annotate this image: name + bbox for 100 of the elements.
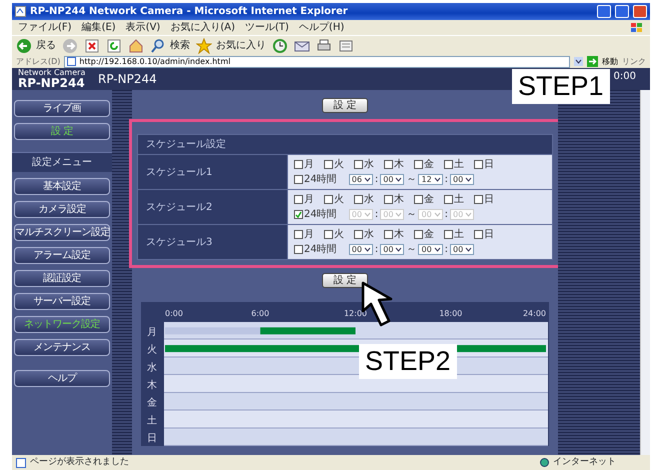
address-label: アドレス(D) bbox=[16, 56, 60, 68]
globe-icon bbox=[540, 458, 549, 467]
time-separator: : bbox=[444, 208, 448, 222]
toolbar-button[interactable]: 戻る bbox=[16, 38, 56, 54]
day-checkbox[interactable]: 月 bbox=[294, 157, 314, 172]
day-label: 木 bbox=[147, 380, 157, 391]
day-label: 火 bbox=[147, 344, 157, 356]
window-title: RP-NP244 Network Camera - Microsoft Internet Explorer bbox=[30, 5, 349, 19]
windows-logo-icon bbox=[630, 22, 644, 34]
menu-item[interactable]: お気に入り(A) bbox=[170, 20, 235, 35]
time-separator: : bbox=[374, 243, 378, 257]
all-day-checkbox[interactable]: 24時間 bbox=[294, 172, 337, 187]
day-checkbox[interactable]: 土 bbox=[444, 227, 464, 242]
time-select: 00 bbox=[380, 209, 404, 220]
minimize-button[interactable] bbox=[597, 5, 611, 18]
toolbar-button[interactable]: お気に入り bbox=[196, 38, 266, 54]
day-checkbox[interactable]: 日 bbox=[474, 157, 494, 172]
day-label: 月 bbox=[147, 326, 157, 338]
day-label: 金 bbox=[147, 398, 157, 409]
refresh-icon[interactable] bbox=[106, 38, 122, 54]
dropdown-arrow-icon[interactable] bbox=[574, 57, 583, 66]
sidebar-button[interactable]: ネットワーク設定 bbox=[14, 316, 110, 333]
day-checkbox[interactable]: 金 bbox=[414, 227, 434, 242]
day-checkbox[interactable]: 木 bbox=[384, 157, 404, 172]
sidebar-button[interactable]: マルチスクリーン設定 bbox=[14, 224, 110, 241]
day-checkbox[interactable]: 水 bbox=[354, 157, 374, 172]
set-button[interactable]: 設 定 bbox=[322, 98, 368, 113]
time-select: 00 bbox=[348, 209, 373, 220]
sidebar-button[interactable]: ライブ画 bbox=[14, 100, 110, 117]
menu-item[interactable]: ツール(T) bbox=[245, 20, 289, 35]
tick-label: 0:00 bbox=[165, 309, 183, 318]
time-select[interactable]: 00 bbox=[418, 244, 443, 255]
step-label: STEP1 bbox=[512, 69, 610, 104]
set-button[interactable]: 設 定 bbox=[322, 273, 368, 288]
sidebar-button[interactable]: カメラ設定 bbox=[14, 201, 110, 218]
day-checkbox[interactable]: 火 bbox=[324, 227, 344, 242]
brand-name: RP-NP244 bbox=[18, 77, 86, 89]
time-separator: : bbox=[444, 243, 448, 257]
toolbar-button[interactable]: 検索 bbox=[150, 38, 190, 54]
menu-item[interactable]: 編集(E) bbox=[82, 20, 116, 35]
day-checkbox[interactable]: 日 bbox=[474, 227, 494, 242]
links-label[interactable]: リンク bbox=[622, 56, 646, 68]
range-separator: ～ bbox=[406, 243, 416, 257]
schedule-label: スケジュール1 bbox=[138, 154, 288, 190]
vertical-scrollbar[interactable] bbox=[640, 90, 650, 455]
day-checkbox[interactable]: 金 bbox=[414, 157, 434, 172]
time-separator: : bbox=[374, 208, 378, 222]
document-icon[interactable] bbox=[338, 38, 354, 54]
star-icon bbox=[196, 38, 212, 54]
schedule-label: スケジュール3 bbox=[138, 224, 288, 260]
page-title: RP-NP244 bbox=[98, 71, 157, 88]
stop-icon[interactable] bbox=[84, 38, 100, 54]
page-icon bbox=[16, 458, 26, 468]
step-label: STEP2 bbox=[359, 344, 457, 379]
go-button[interactable]: 移動 bbox=[587, 56, 618, 68]
check-mark-icon bbox=[295, 211, 302, 218]
sidebar-button[interactable]: 基本設定 bbox=[14, 178, 110, 195]
time-separator: : bbox=[374, 173, 378, 187]
time-select[interactable]: 00 bbox=[380, 174, 404, 185]
time-select[interactable]: 06 bbox=[348, 174, 373, 185]
menu-item[interactable]: ファイル(F) bbox=[18, 20, 72, 35]
menu-item[interactable]: 表示(V) bbox=[126, 20, 160, 35]
tick-label: 24:00 bbox=[522, 309, 546, 318]
menu-heading: 設定メニュー bbox=[12, 152, 112, 172]
day-label: 土 bbox=[147, 415, 157, 426]
time-select[interactable]: 00 bbox=[380, 244, 404, 255]
printer-icon[interactable] bbox=[316, 38, 332, 54]
time-select[interactable]: 00 bbox=[450, 174, 474, 185]
sidebar-button[interactable]: アラーム設定 bbox=[14, 247, 110, 264]
restore-button[interactable] bbox=[615, 5, 629, 18]
clock-icon[interactable] bbox=[272, 38, 288, 54]
tick-label: 6:00 bbox=[251, 309, 270, 318]
time-select[interactable]: 00 bbox=[348, 244, 373, 255]
day-checkbox[interactable]: 水 bbox=[354, 227, 374, 242]
day-checkbox[interactable]: 火 bbox=[324, 157, 344, 172]
day-checkbox[interactable]: 土 bbox=[444, 157, 464, 172]
time-separator: : bbox=[444, 173, 448, 187]
time-select[interactable]: 12 bbox=[418, 174, 443, 185]
sidebar-button[interactable]: 設 定 bbox=[14, 123, 110, 140]
day-checkbox[interactable]: 月 bbox=[294, 227, 314, 242]
url-text: http://192.168.0.10/admin/index.html bbox=[79, 56, 230, 68]
sidebar-button[interactable]: メンテナンス bbox=[14, 339, 110, 356]
time-select: 00 bbox=[418, 209, 443, 220]
tick-label: 18:00 bbox=[439, 309, 462, 318]
all-day-checkbox[interactable]: 24時間 bbox=[294, 242, 337, 257]
address-field[interactable]: http://192.168.0.10/admin/index.html bbox=[64, 56, 570, 68]
table-header: スケジュール設定 bbox=[138, 134, 552, 154]
day-label: 水 bbox=[147, 362, 157, 374]
close-button[interactable] bbox=[633, 5, 647, 18]
page-icon bbox=[67, 57, 76, 66]
status-text: ページが表示されました bbox=[30, 456, 130, 469]
sidebar-button[interactable]: 認証設定 bbox=[14, 270, 110, 287]
range-separator: ～ bbox=[406, 173, 416, 187]
menu-item[interactable]: ヘルプ(H) bbox=[298, 20, 344, 35]
time-select: 00 bbox=[450, 209, 474, 220]
range-separator: ～ bbox=[406, 208, 416, 222]
day-checkbox[interactable]: 木 bbox=[384, 227, 404, 242]
sidebar-button[interactable]: サーバー設定 bbox=[14, 293, 110, 310]
sidebar-button[interactable]: ヘルプ bbox=[14, 370, 110, 387]
time-select[interactable]: 00 bbox=[450, 244, 474, 255]
